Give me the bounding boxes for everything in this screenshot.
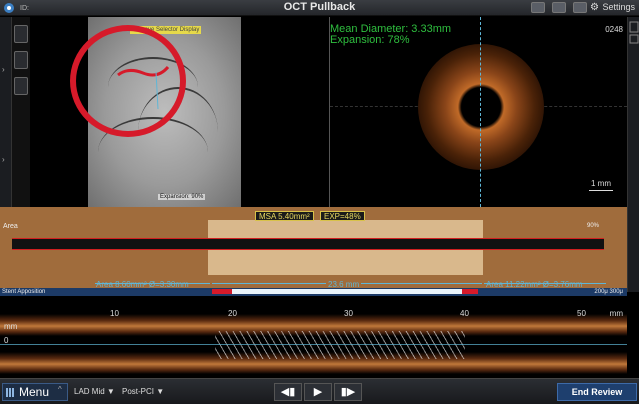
scale-bar-label: 1 mm — [591, 179, 611, 188]
y-axis-unit: mm — [4, 322, 18, 331]
area-graph-panel[interactable]: Area MSA 5.40mm² EXP=48% 90% Area 8.60mm… — [0, 207, 627, 289]
oct-cross-section-view[interactable]: Mean Diameter: 3.33mm Expansion: 78% 024… — [330, 17, 627, 207]
stage-dropdown[interactable]: Post-PCI ▼ — [122, 387, 164, 396]
expansion-legend-scale: 90% — [191, 194, 204, 200]
layout-icon[interactable] — [14, 25, 28, 43]
y-axis-zero: 0 — [4, 336, 9, 345]
distance-tick: 20 — [228, 309, 237, 318]
malapposition-segment — [212, 289, 232, 294]
highlight-circle — [70, 25, 186, 137]
side-controls-icon[interactable] — [629, 21, 639, 55]
bottom-bar: Menu ^ LAD Mid ▼ Post-PCI ▼ ◀▮ ▶ ▮▶ End … — [0, 378, 639, 404]
grid-icon — [6, 388, 15, 397]
vessel-thumbnail-icon[interactable] — [14, 77, 28, 95]
msa-label: MSA 5.40mm² — [255, 211, 314, 221]
expansion-label: EXP=48% — [320, 211, 365, 221]
chevron-up-icon[interactable]: ^ — [58, 385, 62, 394]
vessel-thumbnail-icon[interactable] — [14, 51, 28, 69]
stent-apposition-label: Stent Apposition — [2, 289, 46, 295]
previous-frame-button[interactable]: ◀▮ — [274, 383, 302, 401]
distance-tick: 40 — [460, 309, 469, 318]
chevron-right-icon[interactable]: › — [2, 65, 5, 74]
vessel-dropdown[interactable]: LAD Mid ▼ — [74, 387, 115, 396]
area-scale-pct: 90% — [586, 223, 599, 229]
apposition-legend-2: 300μ — [609, 289, 623, 295]
lumen-area-profile — [12, 238, 604, 250]
distance-unit: mm — [609, 309, 623, 318]
frame-number: 0248 — [605, 25, 623, 34]
stent-apposition-bar[interactable]: Stent Apposition 200μ 300μ — [0, 288, 627, 296]
area-graph-label: Area — [3, 223, 18, 230]
expansion-legend: Expansion: 90% — [158, 194, 206, 200]
right-panel-strip — [627, 17, 639, 292]
view-tools — [12, 17, 30, 207]
measurement-readout: Mean Diameter: 3.33mm Expansion: 78% — [330, 24, 451, 46]
vessel-dropdown-value: LAD Mid — [74, 387, 105, 396]
gear-icon[interactable]: ⚙ — [590, 2, 599, 13]
catheter-line — [0, 344, 627, 345]
distance-tick: 50 — [577, 309, 586, 318]
play-button[interactable]: ▶ — [304, 383, 332, 401]
expansion-legend-label: Expansion: — [160, 194, 190, 200]
expansion-text: Expansion: 78% — [330, 34, 410, 46]
apposition-legend: 200μ 300μ — [594, 288, 623, 296]
toolbar-icons — [531, 2, 587, 13]
stent-struts — [215, 331, 465, 359]
distance-tick: 10 — [110, 309, 119, 318]
apposition-legend-1: 200μ — [594, 289, 608, 295]
apposition-segment — [232, 289, 462, 294]
next-frame-button[interactable]: ▮▶ — [334, 383, 362, 401]
print-icon[interactable] — [552, 2, 566, 13]
longitudinal-view[interactable]: 10 20 30 40 50 mm mm 0 — [0, 296, 627, 378]
malapposition-segment — [462, 289, 478, 294]
menu-button-label: Menu — [19, 385, 50, 399]
top-bar: ID: OCT Pullback ⚙ Settings — [0, 0, 639, 16]
camera-icon[interactable] — [531, 2, 545, 13]
lumen-image — [418, 44, 544, 170]
scale-bar: 1 mm — [589, 179, 613, 191]
end-review-button[interactable]: End Review — [557, 383, 637, 401]
distance-tick: 30 — [344, 309, 353, 318]
crosshair-vertical — [480, 17, 481, 207]
settings-button[interactable]: Settings — [602, 2, 635, 12]
stage-dropdown-value: Post-PCI — [122, 387, 155, 396]
export-icon[interactable] — [573, 2, 587, 13]
chevron-right-icon[interactable]: › — [2, 155, 5, 164]
scale-bar-line — [589, 190, 613, 191]
